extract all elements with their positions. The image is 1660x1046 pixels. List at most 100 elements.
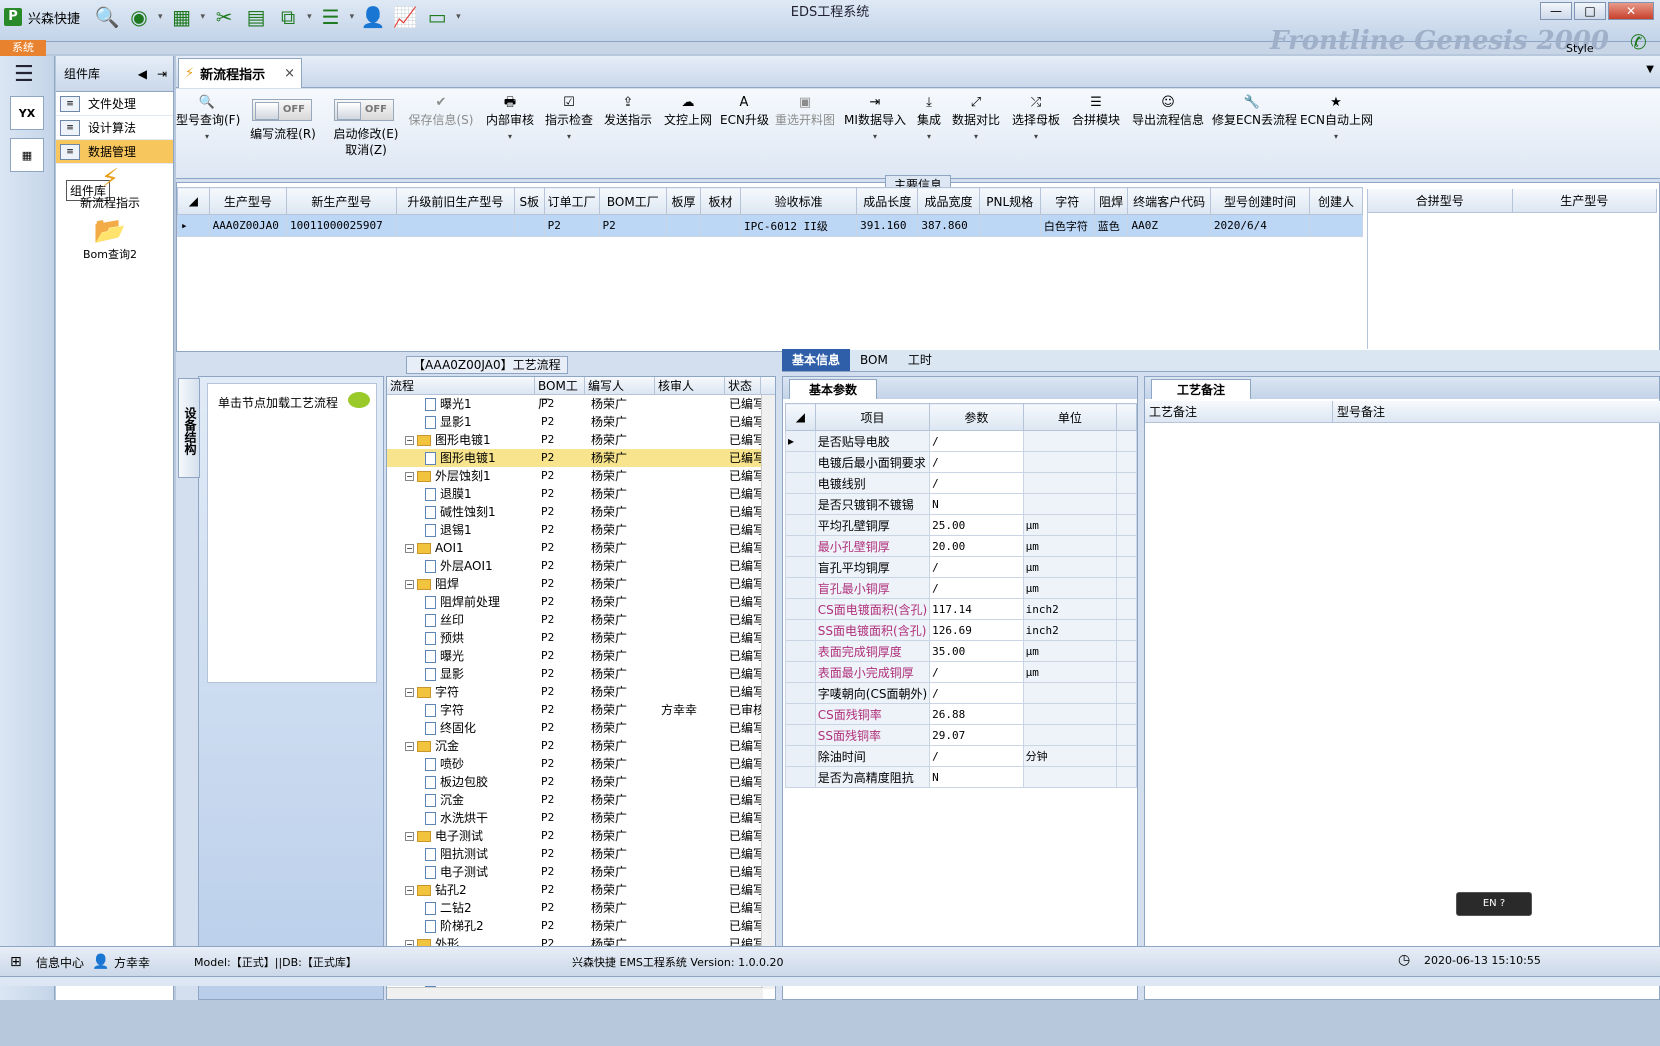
mi-import-button[interactable]: ⇥ MI数据导入 ▾ [844, 95, 906, 141]
write-flow-toggle[interactable]: OFF [252, 99, 312, 121]
style-menu[interactable]: Style [1566, 42, 1594, 55]
column-header[interactable]: 参数 [929, 403, 1024, 431]
column-header[interactable]: 工艺备注 [1145, 401, 1333, 422]
tree-row[interactable]: 阻抗测试 P2 杨荣广 已编写 [387, 845, 775, 863]
shortcut-new-flow[interactable]: ⚡ 新流程指示 [60, 164, 160, 211]
minimize-button[interactable]: — [1540, 2, 1572, 20]
column-header[interactable]: 板材 [699, 187, 742, 215]
tree-row[interactable]: 沉金 P2 杨荣广 已编写 [387, 791, 775, 809]
tree-row[interactable]: 阻焊前处理 P2 杨荣广 已编写 [387, 593, 775, 611]
close-button[interactable]: ✕ [1608, 2, 1654, 20]
tree-node[interactable]: 阻焊前处理 [387, 593, 535, 611]
collapse-toggle-icon[interactable]: − [405, 580, 414, 589]
column-header[interactable]: 合拼型号 [1368, 189, 1513, 212]
table-cell[interactable]: P2 [543, 214, 600, 237]
nav-item-file-processing[interactable]: ≡ 文件处理 [56, 92, 173, 116]
tree-node[interactable]: 阶梯孔2 [387, 917, 535, 935]
param-value[interactable]: / [929, 430, 1024, 452]
search-icon[interactable]: 🔍 [94, 4, 120, 30]
monitor-icon[interactable]: ▭ [424, 4, 450, 30]
tree-row[interactable]: 外层AOI1 P2 杨荣广 已编写 [387, 557, 775, 575]
table-row[interactable]: 表面完成铜厚度 35.00 μm [785, 640, 1137, 662]
param-value[interactable]: / [929, 577, 1024, 599]
table-cell[interactable]: 10011000025907 [286, 214, 397, 237]
tree-node[interactable]: 阻抗测试 [387, 845, 535, 863]
column-header[interactable]: 状态 [725, 377, 761, 394]
data-compare-button[interactable]: ⤢ 数据对比 ▾ [950, 95, 1002, 141]
param-value[interactable]: N [929, 493, 1024, 515]
tree-node[interactable]: 字符 [387, 701, 535, 719]
column-header[interactable]: 成品长度 [856, 187, 919, 215]
tree-node[interactable]: − 沉金 [387, 737, 535, 755]
table-row[interactable]: 盲孔平均铜厚 / μm [785, 556, 1137, 578]
table-cell[interactable]: AAA0Z00JA0 [208, 214, 288, 237]
pin-icon[interactable]: ⇥ [157, 67, 167, 81]
film-icon[interactable]: ▤ [243, 4, 269, 30]
tree-node[interactable]: 曝光 [387, 647, 535, 665]
export-flow-info-button[interactable]: ☺ 导出流程信息 [1130, 95, 1206, 128]
integrate-button[interactable]: ⤓ 集成 ▾ [914, 95, 944, 141]
tree-row[interactable]: − 外层蚀刻1 P2 杨荣广 已编写 [387, 467, 775, 485]
tree-node[interactable]: − 阻焊 [387, 575, 535, 593]
instruction-check-button[interactable]: ☑ 指示检查 ▾ [544, 95, 594, 141]
tree-row[interactable]: − 沉金 P2 杨荣广 已编写 [387, 737, 775, 755]
type-query-button[interactable]: 🔍 型号查询(F) ▾ [176, 95, 240, 141]
column-header[interactable]: 编写人 [585, 377, 655, 394]
cancel-label[interactable]: 取消(Z) [326, 141, 406, 158]
tab-basic-params[interactable]: 基本参数 [789, 379, 877, 399]
chevron-down-icon[interactable]: ▾ [201, 12, 206, 22]
copy-icon[interactable]: ⧉ [275, 4, 301, 30]
table-row[interactable]: ▸ AAA0Z00JA0 10011000025907 P2 P2 IPC-6012 II… [177, 214, 1363, 237]
column-header[interactable]: BOM工厂 [535, 377, 585, 411]
param-value[interactable]: 25.00 [929, 514, 1024, 536]
tree-node[interactable]: 沉金 [387, 791, 535, 809]
tree-row[interactable]: 电子测试 P2 杨荣广 已编写 [387, 863, 775, 881]
table-cell[interactable]: P2 [598, 214, 668, 237]
fix-ecn-flow-button[interactable]: 🔧 修复ECN丢流程 [1212, 95, 1297, 128]
column-header[interactable]: 单位 [1022, 403, 1118, 431]
chart-icon[interactable]: 📈 [392, 4, 418, 30]
close-tab-icon[interactable]: × [284, 66, 295, 81]
table-row[interactable]: 电镀线别 / [785, 472, 1137, 494]
chevron-down-icon[interactable]: ▾ [307, 12, 312, 22]
table-row[interactable]: 表面最小完成铜厚 / μm [785, 661, 1137, 683]
tree-node[interactable]: 丝印 [387, 611, 535, 629]
table-cell[interactable]: 387.860 [917, 214, 980, 237]
user-icon[interactable]: 👤 [360, 4, 386, 30]
column-header[interactable]: 板厚 [666, 187, 701, 215]
tree-row[interactable]: 碱性蚀刻1 P2 杨荣广 已编写 [387, 503, 775, 521]
param-value[interactable]: / [929, 682, 1024, 704]
table-cell[interactable] [666, 214, 701, 237]
table-cell[interactable]: IPC-6012 II级 [740, 214, 858, 237]
tab-bom[interactable]: BOM [850, 349, 898, 371]
equipment-structure-tab[interactable]: 设备结构 [178, 378, 200, 478]
tree-node[interactable]: − 电子测试 [387, 827, 535, 845]
collapse-toggle-icon[interactable]: − [405, 832, 414, 841]
tree-row[interactable]: 二钻2 P2 杨荣广 已编写 [387, 899, 775, 917]
tree-node[interactable]: 显影1 [387, 413, 535, 431]
scissors-icon[interactable]: ✂ [211, 4, 237, 30]
table-row[interactable]: CS面残铜率 26.88 [785, 703, 1137, 725]
column-header[interactable]: 生产型号 [208, 187, 288, 215]
table-cell[interactable]: 蓝色 [1093, 214, 1129, 237]
column-header[interactable]: 核审人 [655, 377, 725, 394]
tree-node[interactable]: 退膜1 [387, 485, 535, 503]
select-motherboard-button[interactable]: ⤮ 选择母板 ▾ [1010, 95, 1062, 141]
column-header[interactable]: 终端客户代码 [1127, 187, 1211, 215]
shortcut-bom-query[interactable]: 📂 Bom查询2 [60, 216, 160, 262]
column-header[interactable]: PNL规格 [978, 187, 1041, 215]
collapse-toggle-icon[interactable]: − [405, 472, 414, 481]
param-value[interactable]: 29.07 [929, 724, 1024, 746]
tree-row[interactable]: 曝光 P2 杨荣广 已编写 [387, 647, 775, 665]
tree-node[interactable]: − 图形电镀1 [387, 431, 535, 449]
collapse-left-icon[interactable]: ◀ [138, 67, 147, 81]
param-value[interactable]: 35.00 [929, 640, 1024, 662]
tab-new-flow[interactable]: ⚡ 新流程指示 × [178, 58, 302, 88]
param-value[interactable]: / [929, 745, 1024, 767]
tree-node[interactable]: 二钻2 [387, 899, 535, 917]
table-row[interactable]: 最小孔壁铜厚 20.00 μm [785, 535, 1137, 557]
table-cell[interactable]: 391.160 [856, 214, 919, 237]
collapse-toggle-icon[interactable]: − [405, 688, 414, 697]
tree-node[interactable]: 终固化 [387, 719, 535, 737]
tree-node[interactable]: − 外层蚀刻1 [387, 467, 535, 485]
